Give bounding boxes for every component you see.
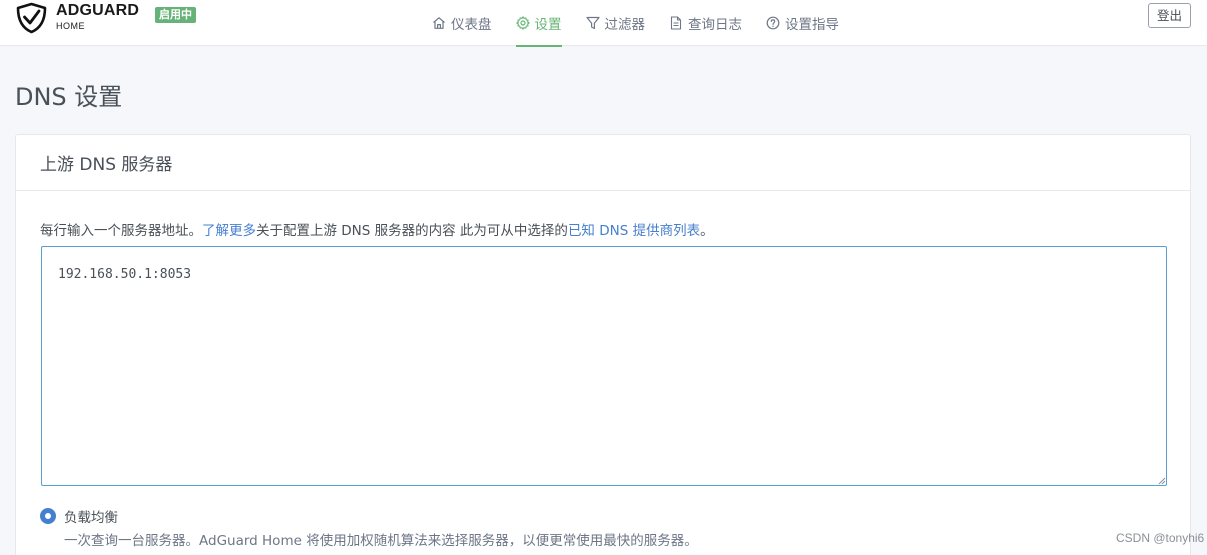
protection-status-badge: 启用中	[155, 7, 196, 23]
upstream-servers-textarea[interactable]: 192.168.50.1:8053	[41, 246, 1167, 486]
upstream-description: 每行输入一个服务器地址。了解更多关于配置上游 DNS 服务器的内容 此为可从中选…	[40, 219, 714, 239]
nav-settings[interactable]: 设置	[515, 0, 562, 47]
nav-setup-guide[interactable]: 设置指导	[766, 0, 839, 46]
load-balance-option[interactable]: 负载均衡	[40, 506, 118, 526]
upstream-dns-card: 上游 DNS 服务器 每行输入一个服务器地址。了解更多关于配置上游 DNS 服务…	[15, 134, 1191, 555]
learn-more-link[interactable]: 了解更多	[202, 223, 256, 239]
help-circle-icon	[766, 16, 780, 30]
description-text-2: 关于配置上游 DNS 服务器的内容 此为可从中选择的	[256, 223, 568, 239]
nav-filters[interactable]: 过滤器	[585, 0, 646, 46]
top-header: ADGUARD HOME 启用中 仪表盘 设置 过滤器 查询日志 设置指导 登出	[0, 0, 1207, 47]
home-icon	[433, 17, 445, 29]
logout-button[interactable]: 登出	[1148, 3, 1191, 28]
description-text-1: 每行输入一个服务器地址。	[40, 223, 202, 239]
known-dns-providers-link[interactable]: 已知 DNS 提供商列表	[568, 223, 700, 239]
main-nav: 仪表盘 设置 过滤器 查询日志 设置指导	[432, 0, 863, 47]
radio-selected-icon[interactable]	[40, 508, 56, 524]
nav-query-log[interactable]: 查询日志	[669, 0, 742, 46]
adguard-logo[interactable]: ADGUARD HOME	[15, 2, 139, 34]
nav-dashboard[interactable]: 仪表盘	[432, 0, 492, 46]
load-balance-label: 负载均衡	[64, 510, 118, 526]
card-header: 上游 DNS 服务器	[16, 135, 1190, 191]
nav-dashboard-label: 仪表盘	[451, 17, 492, 33]
logo-title: ADGUARD	[56, 2, 140, 19]
document-icon	[670, 16, 682, 30]
resize-grip-icon[interactable]	[1156, 475, 1166, 485]
filter-icon	[585, 16, 600, 30]
nav-setup-guide-label: 设置指导	[785, 17, 839, 33]
gear-icon	[515, 16, 530, 30]
nav-filters-label: 过滤器	[604, 17, 646, 33]
nav-query-log-label: 查询日志	[688, 17, 742, 33]
page-title: DNS 设置	[15, 83, 123, 111]
shield-logo-icon	[16, 2, 47, 34]
nav-settings-label: 设置	[534, 17, 562, 33]
logo-subtitle: HOME	[56, 21, 85, 31]
csdn-watermark: CSDN @tonyhi6	[1116, 531, 1205, 545]
card-title: 上游 DNS 服务器	[40, 155, 173, 175]
description-text-3: 。	[700, 223, 714, 239]
load-balance-help: 一次查询一台服务器。AdGuard Home 将使用加权随机算法来选择服务器，以…	[64, 533, 698, 549]
